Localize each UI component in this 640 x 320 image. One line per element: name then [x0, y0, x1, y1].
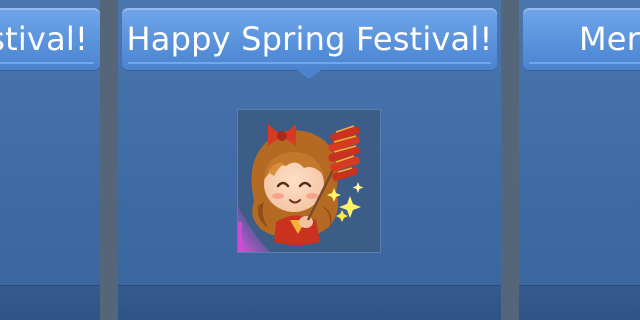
- banner-edge: [128, 62, 491, 64]
- card-title: stival!: [0, 20, 88, 58]
- card-footer: [0, 285, 100, 320]
- card-title-banner: Merr: [523, 8, 640, 70]
- sticker-item-frame[interactable]: [237, 109, 381, 253]
- card-title-banner: stival!: [0, 8, 100, 70]
- banner-edge: [529, 62, 640, 64]
- card-divider-right: [501, 0, 519, 320]
- card-title: Happy Spring Festival!: [126, 20, 493, 58]
- banner-edge: [0, 62, 94, 64]
- girl-with-firecrackers-sticker-icon: [238, 124, 364, 252]
- banner-pointer: [297, 70, 321, 79]
- greeting-card-previous[interactable]: stival!: [0, 0, 100, 320]
- card-title-banner: Happy Spring Festival!: [122, 8, 497, 70]
- card-footer: [118, 285, 501, 320]
- card-title: Merr: [579, 20, 640, 58]
- card-divider-left: [100, 0, 118, 320]
- card-footer: [519, 285, 640, 320]
- greeting-card-next[interactable]: Merr: [519, 0, 640, 320]
